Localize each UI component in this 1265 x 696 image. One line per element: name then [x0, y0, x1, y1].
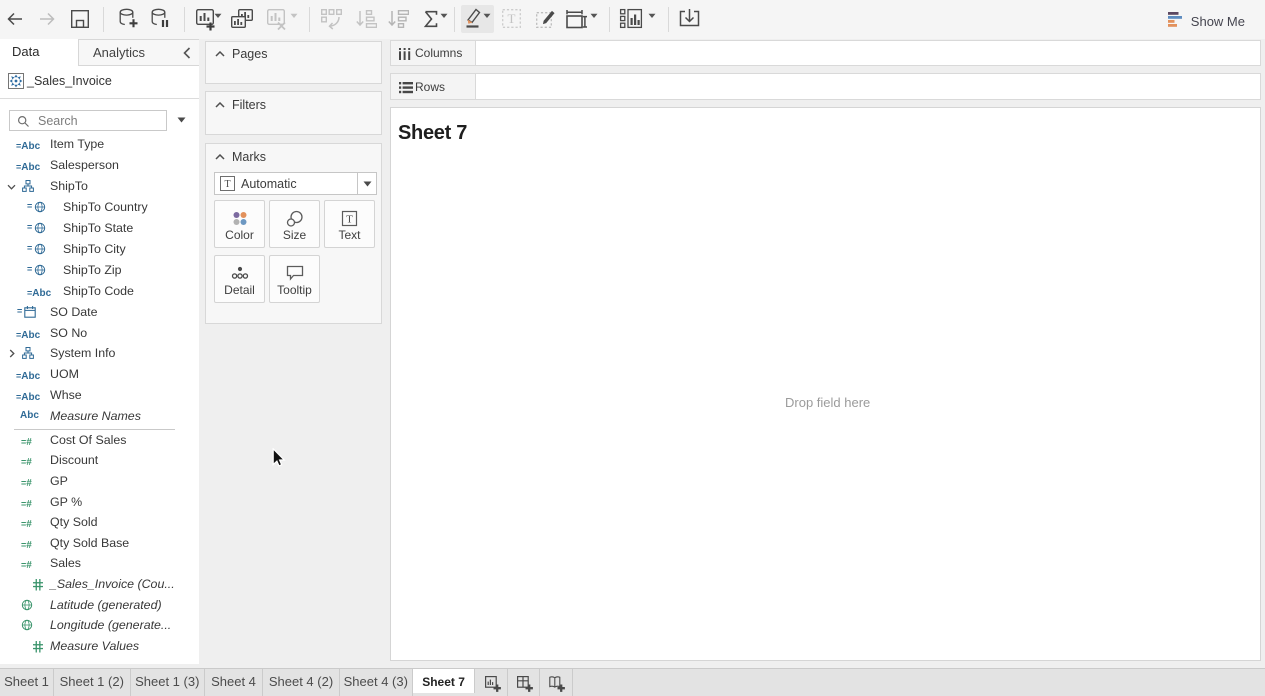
- svg-text:T: T: [346, 214, 353, 226]
- svg-text:T: T: [224, 179, 230, 190]
- svg-text:T: T: [508, 11, 516, 26]
